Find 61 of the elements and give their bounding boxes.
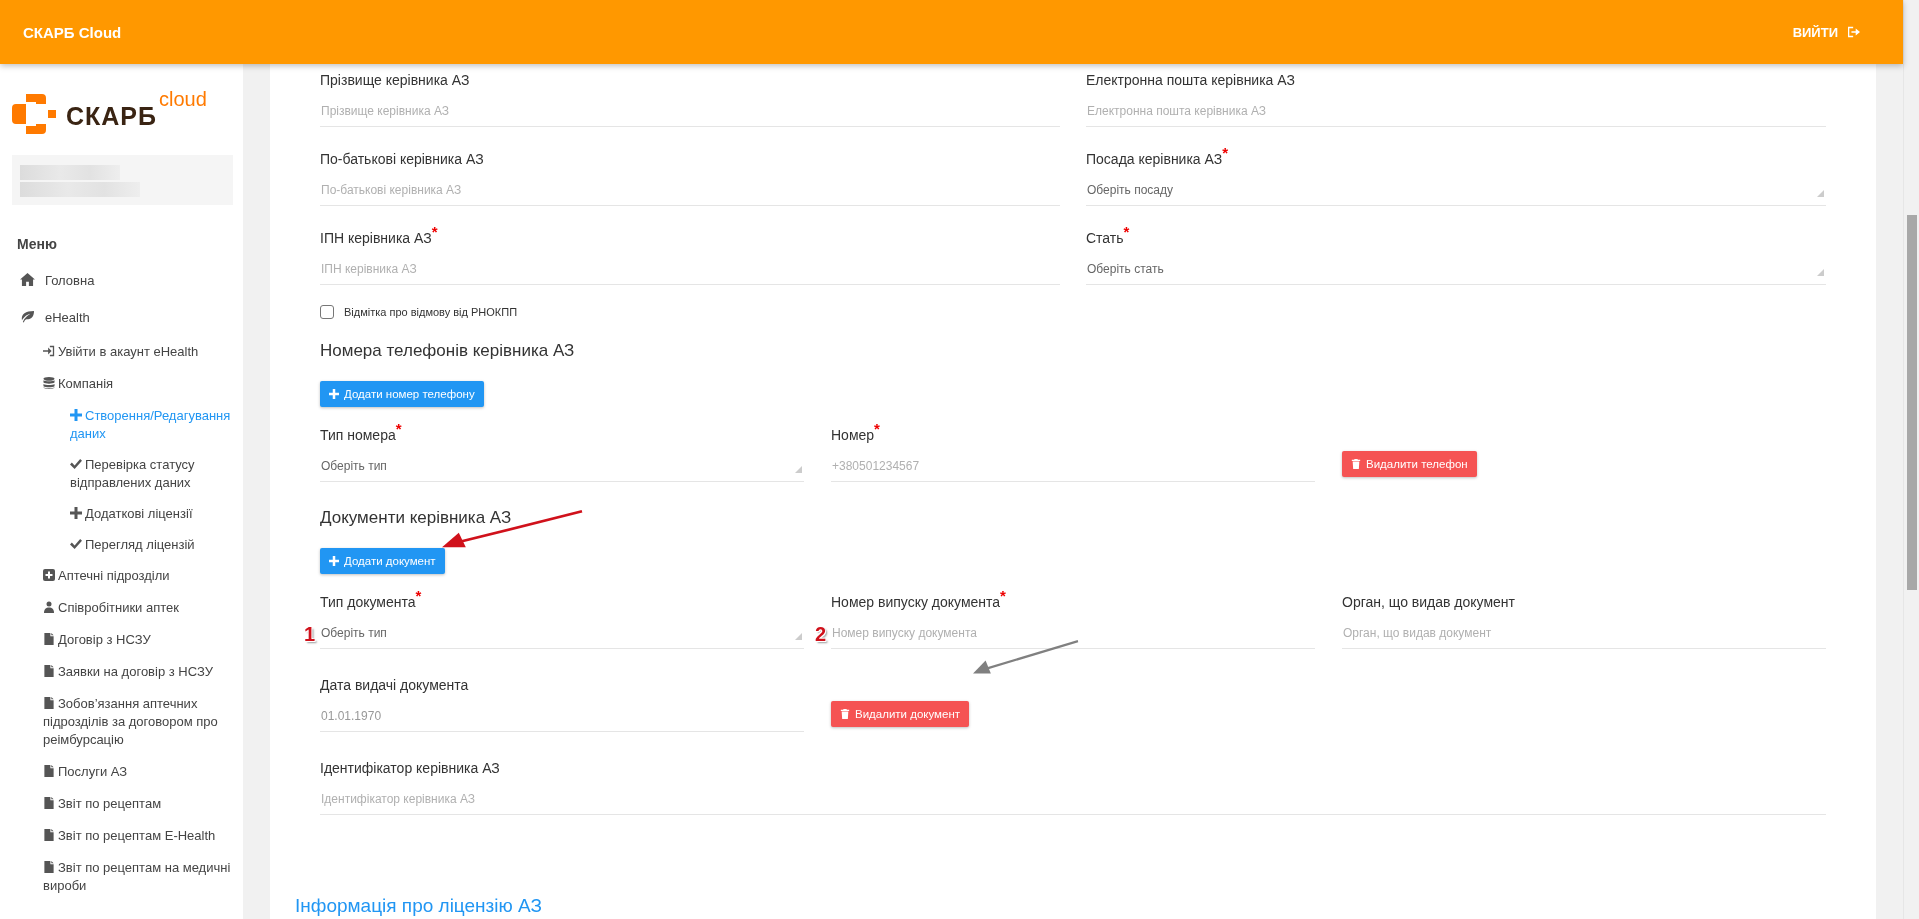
menu-item[interactable]: Перегляд ліцензій [12, 529, 233, 560]
plus-icon [329, 556, 339, 566]
menu-item[interactable]: Звіт по рецептам E-Health [12, 820, 233, 852]
menu-item[interactable]: Перевірка статусу відправлених даних [12, 449, 233, 498]
logo-icon [12, 94, 56, 134]
dropdown-caret-icon [1817, 269, 1824, 276]
menu-item[interactable]: Договір з НСЗУ [12, 624, 233, 656]
dropdown-caret-icon [795, 466, 802, 473]
menu-item[interactable]: Звіт по рецептам [12, 788, 233, 820]
annotation-number: 1 [304, 623, 316, 645]
menu-item[interactable]: Заявки на договір з НСЗУ [12, 656, 233, 688]
menu-item[interactable]: Послуги АЗ [12, 756, 233, 788]
menu-item[interactable]: Зобов’язання аптечних підрозділів за договором про реімбурсацію [12, 688, 233, 756]
annotation-number: 2 [815, 623, 827, 645]
people-icon [43, 601, 55, 613]
menu-item[interactable]: Додаткові ліцензії [12, 498, 233, 529]
plus-icon [329, 389, 339, 399]
file-icon [43, 665, 55, 677]
checkbox-label: Відмітка про відмову від РНОКПП [344, 306, 518, 318]
menu-item[interactable]: Головна [12, 262, 233, 299]
plus-square-icon [43, 569, 55, 581]
trash-icon [1351, 459, 1361, 469]
section-heading: Документи керівника АЗ [320, 508, 513, 528]
file-icon [43, 829, 55, 841]
field-label: Електронна пошта керівника АЗ [1086, 71, 1296, 90]
file-icon [43, 633, 55, 645]
file-icon [43, 697, 55, 709]
menu-item[interactable]: Увійти в акаунт eHealth [12, 336, 233, 368]
menu-item[interactable]: eHealth [12, 299, 233, 336]
field-label: Прізвище керівника АЗ [320, 71, 471, 90]
menu-item[interactable]: Аптечні підрозділи [12, 560, 233, 592]
logo-text: СКАРБ [66, 102, 157, 131]
dropdown-caret-icon [795, 633, 802, 640]
app-title: СКАРБ Cloud [23, 23, 122, 41]
dropdown-caret-icon [1817, 190, 1824, 197]
section-heading: Номера телефонів керівника АЗ [320, 341, 576, 361]
check-icon [70, 537, 82, 550]
menu-heading: Меню [17, 236, 58, 252]
check-icon [70, 457, 82, 470]
home-icon [20, 272, 35, 286]
login-icon [43, 345, 55, 357]
field-label: Орган, що видав документ [1342, 593, 1516, 612]
menu-item[interactable]: Звіт по рецептам на медичні вироби [12, 852, 233, 902]
plus-icon [70, 408, 82, 421]
field-label: По-батькові керівника АЗ [320, 150, 485, 169]
file-icon [43, 797, 55, 809]
leaf-icon [20, 309, 35, 323]
file-icon [43, 765, 55, 777]
menu-item[interactable]: Компанія [12, 368, 233, 400]
section-heading: Інформація про ліцензію АЗ [295, 895, 543, 917]
logout-icon [1848, 26, 1860, 38]
field-label: Дата видачі документа [320, 676, 470, 695]
checkbox[interactable] [320, 305, 334, 319]
field-label: Ідентифікатор керівника АЗ [320, 759, 501, 778]
scrollbar-thumb[interactable] [1907, 215, 1917, 590]
trash-icon [840, 709, 850, 719]
file-icon [43, 861, 55, 873]
database-icon [43, 377, 55, 389]
plus-icon [70, 506, 82, 519]
logo-text: cloud [159, 88, 207, 111]
menu-item[interactable]: Співробітники аптек [12, 592, 233, 624]
